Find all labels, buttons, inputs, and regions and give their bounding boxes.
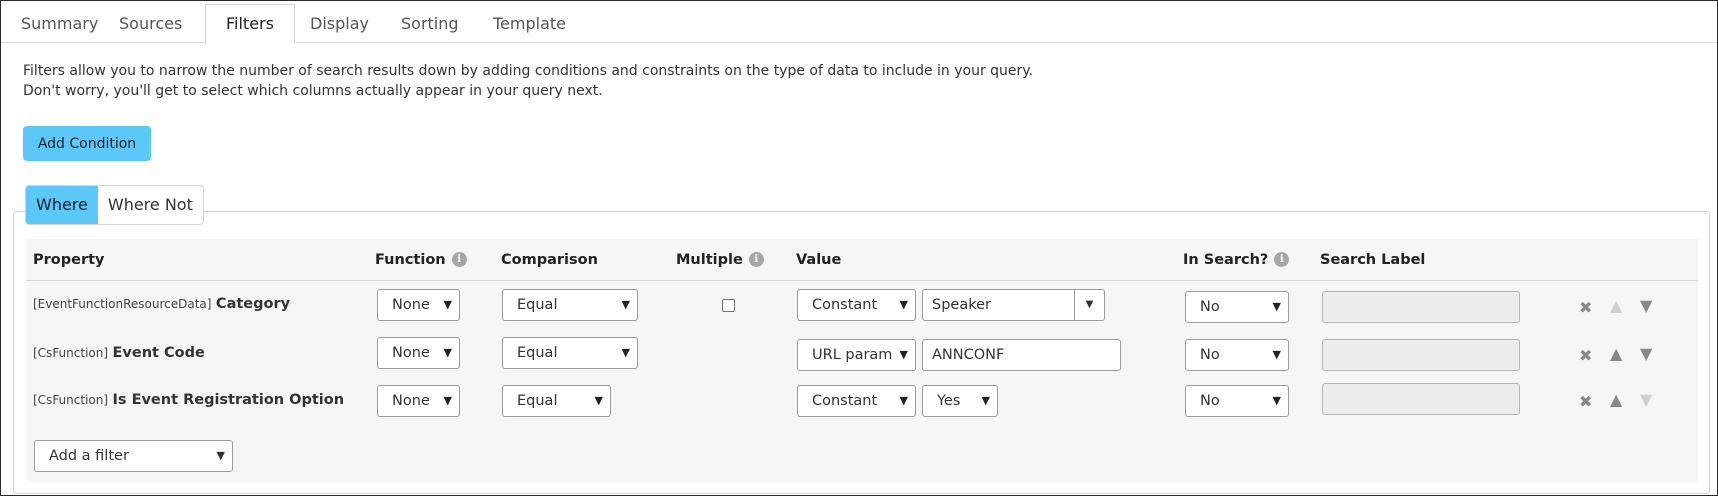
col-search-label: Search Label — [1320, 252, 1426, 268]
intro-line-2: Don't worry, you'll get to select which … — [23, 83, 603, 99]
info-icon[interactable]: i — [451, 252, 467, 267]
chevron-down-icon: ▼ — [899, 298, 908, 311]
col-comparison: Comparison — [501, 252, 598, 268]
tab-template[interactable]: Template — [473, 5, 586, 43]
table-row: [EventFunctionResourceData] Category Non… — [26, 281, 1698, 329]
property-class: [EventFunctionResourceData] — [33, 297, 212, 311]
col-multiple: Multiple i — [676, 239, 764, 281]
property-cell: [CsFunction] Is Event Registration Optio… — [33, 392, 344, 408]
subtab-where-not[interactable]: Where Not — [98, 186, 203, 224]
tab-filters[interactable]: Filters — [205, 4, 295, 44]
chevron-down-icon: ▼ — [621, 346, 630, 359]
arrow-up-icon[interactable]: ▲ — [1610, 346, 1622, 362]
col-property: Property — [33, 252, 105, 268]
info-icon[interactable]: i — [748, 252, 764, 267]
intro-text: Filters allow you to narrow the number o… — [23, 61, 1033, 101]
table-row: [CsFunction] Is Event Registration Optio… — [26, 377, 1698, 425]
chevron-down-icon: ▼ — [443, 298, 452, 311]
col-value: Value — [796, 252, 842, 268]
chevron-down-icon: ▼ — [1272, 394, 1281, 407]
value-combobox[interactable]: Speaker ▼ — [922, 289, 1105, 321]
value-type-select[interactable]: Constant ▼ — [797, 289, 916, 321]
add-condition-button[interactable]: Add Condition — [23, 126, 151, 161]
close-icon[interactable]: ✖ — [1579, 348, 1592, 364]
property-cell: [CsFunction] Event Code — [33, 345, 205, 361]
subtab-where[interactable]: Where — [26, 186, 98, 224]
function-select[interactable]: None ▼ — [377, 385, 460, 417]
chevron-down-icon: ▼ — [899, 348, 908, 361]
value-input[interactable]: ANNCONF — [922, 339, 1121, 371]
function-select[interactable]: None ▼ — [377, 289, 460, 321]
multiple-checkbox[interactable] — [722, 299, 735, 312]
search-label-input — [1322, 339, 1520, 371]
property-class: [CsFunction] — [33, 393, 109, 407]
function-select[interactable]: None ▼ — [377, 337, 460, 369]
condition-subtabs: Where Where Not — [25, 185, 204, 225]
close-icon[interactable]: ✖ — [1579, 394, 1592, 410]
arrow-down-icon: ▼ — [1640, 390, 1653, 409]
value-type-select[interactable]: Constant ▼ — [797, 385, 916, 417]
value-type-select[interactable]: URL param ▼ — [797, 339, 916, 371]
in-search-select[interactable]: No ▼ — [1185, 339, 1289, 371]
chevron-down-icon: ▼ — [1272, 348, 1281, 361]
property-name: Is Event Registration Option — [112, 392, 345, 408]
tab-sources[interactable]: Sources — [99, 5, 202, 43]
property-cell: [EventFunctionResourceData] Category — [33, 296, 290, 312]
tab-sorting[interactable]: Sorting — [381, 5, 479, 43]
arrow-up-icon[interactable]: ▲ — [1610, 392, 1622, 408]
comparison-select[interactable]: Equal ▼ — [502, 385, 611, 417]
chevron-down-icon: ▼ — [981, 394, 990, 407]
comparison-select[interactable]: Equal ▼ — [502, 289, 638, 321]
filters-table: Property Function i Comparison Multiple i … — [26, 239, 1698, 482]
property-class: [CsFunction] — [33, 346, 109, 360]
chevron-down-icon: ▼ — [899, 394, 908, 407]
chevron-down-icon[interactable]: ▼ — [1074, 290, 1104, 320]
intro-line-1: Filters allow you to narrow the number o… — [23, 63, 1034, 79]
col-in-search: In Search? i — [1183, 239, 1290, 281]
comparison-select[interactable]: Equal ▼ — [502, 337, 638, 369]
chevron-down-icon: ▼ — [621, 298, 630, 311]
arrow-down-icon[interactable]: ▼ — [1640, 298, 1652, 314]
search-label-input — [1322, 383, 1520, 415]
table-row: [CsFunction] Event Code None ▼ Equal ▼ URL… — [26, 329, 1698, 377]
table-header: Property Function i Comparison Multiple i … — [26, 239, 1698, 281]
in-search-select[interactable]: No ▼ — [1185, 291, 1289, 323]
chevron-down-icon: ▼ — [443, 346, 452, 359]
property-name: Event Code — [112, 345, 205, 361]
search-label-input — [1322, 291, 1520, 323]
value-select[interactable]: Yes ▼ — [922, 385, 998, 417]
arrow-up-icon: ▲ — [1610, 296, 1623, 315]
chevron-down-icon: ▼ — [594, 394, 603, 407]
tab-display[interactable]: Display — [290, 5, 389, 43]
col-function: Function i — [375, 239, 467, 281]
chevron-down-icon: ▼ — [216, 449, 225, 462]
in-search-select[interactable]: No ▼ — [1185, 385, 1289, 417]
info-icon[interactable]: i — [1274, 252, 1290, 267]
add-filter-select[interactable]: Add a filter ▼ — [34, 440, 233, 472]
filters-page: Summary Sources Filters Display Sorting … — [0, 0, 1718, 496]
property-name: Category — [215, 296, 291, 312]
chevron-down-icon: ▼ — [1272, 300, 1281, 313]
chevron-down-icon: ▼ — [443, 394, 452, 407]
top-tabs: Summary Sources Filters Display Sorting … — [1, 1, 1717, 44]
close-icon[interactable]: ✖ — [1579, 300, 1592, 316]
arrow-down-icon[interactable]: ▼ — [1640, 346, 1652, 362]
